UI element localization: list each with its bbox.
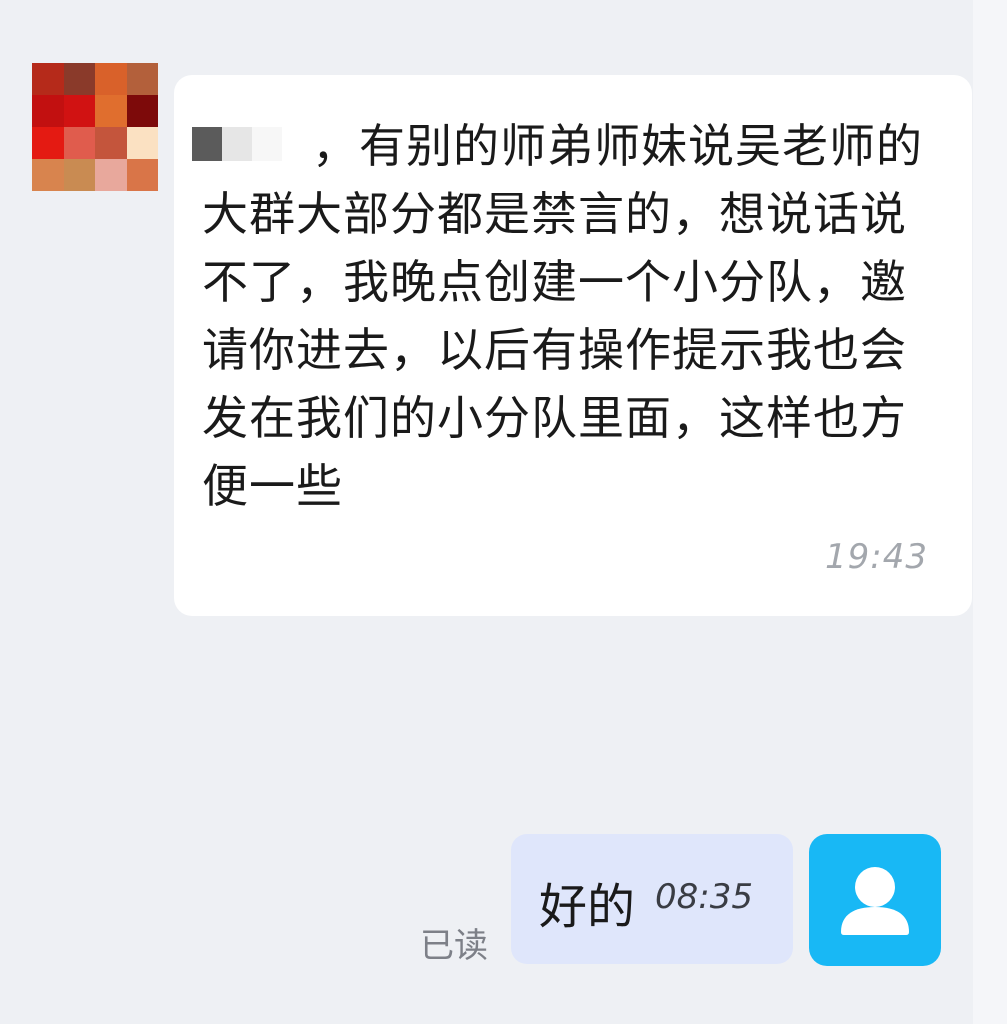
incoming-message-bubble[interactable]: ，有别的师弟师妹说吴老师的大群大部分都是禁言的，想说话说不了，我晚点创建一个小分…	[174, 75, 972, 616]
right-edge-strip	[973, 0, 1007, 1024]
contact-avatar[interactable]	[32, 63, 158, 191]
avatar-mosaic-cell	[63, 159, 95, 191]
incoming-message-time: 19:43	[825, 537, 928, 577]
avatar-mosaic-cell	[126, 63, 158, 95]
user-silhouette-icon	[841, 867, 909, 935]
avatar-mosaic-cell	[95, 159, 127, 191]
incoming-message-text: ，有别的师弟师妹说吴老师的大群大部分都是禁言的，想说话说不了，我晚点创建一个小分…	[202, 119, 923, 513]
outgoing-message-time: 08:35	[655, 877, 753, 917]
avatar-mosaic-cell	[32, 63, 64, 95]
avatar-mosaic-cell	[95, 95, 127, 127]
avatar-mosaic-cell	[63, 127, 95, 159]
avatar-mosaic-cell	[32, 127, 64, 159]
avatar-mosaic-cell	[126, 95, 158, 127]
avatar-mosaic-cell	[63, 95, 95, 127]
avatar-mosaic-cell	[95, 63, 127, 95]
avatar-mosaic-cell	[126, 159, 158, 191]
avatar-mosaic-cell	[32, 95, 64, 127]
avatar-mosaic-cell	[32, 159, 64, 191]
read-status-label: 已读	[420, 926, 488, 966]
outgoing-message-text: 好的	[539, 879, 636, 935]
outgoing-message-bubble[interactable]: 好的 08:35	[511, 834, 793, 964]
avatar-mosaic-cell	[95, 127, 127, 159]
self-avatar[interactable]	[809, 834, 941, 966]
avatar-mosaic-cell	[126, 127, 158, 159]
avatar-mosaic-cell	[63, 63, 95, 95]
